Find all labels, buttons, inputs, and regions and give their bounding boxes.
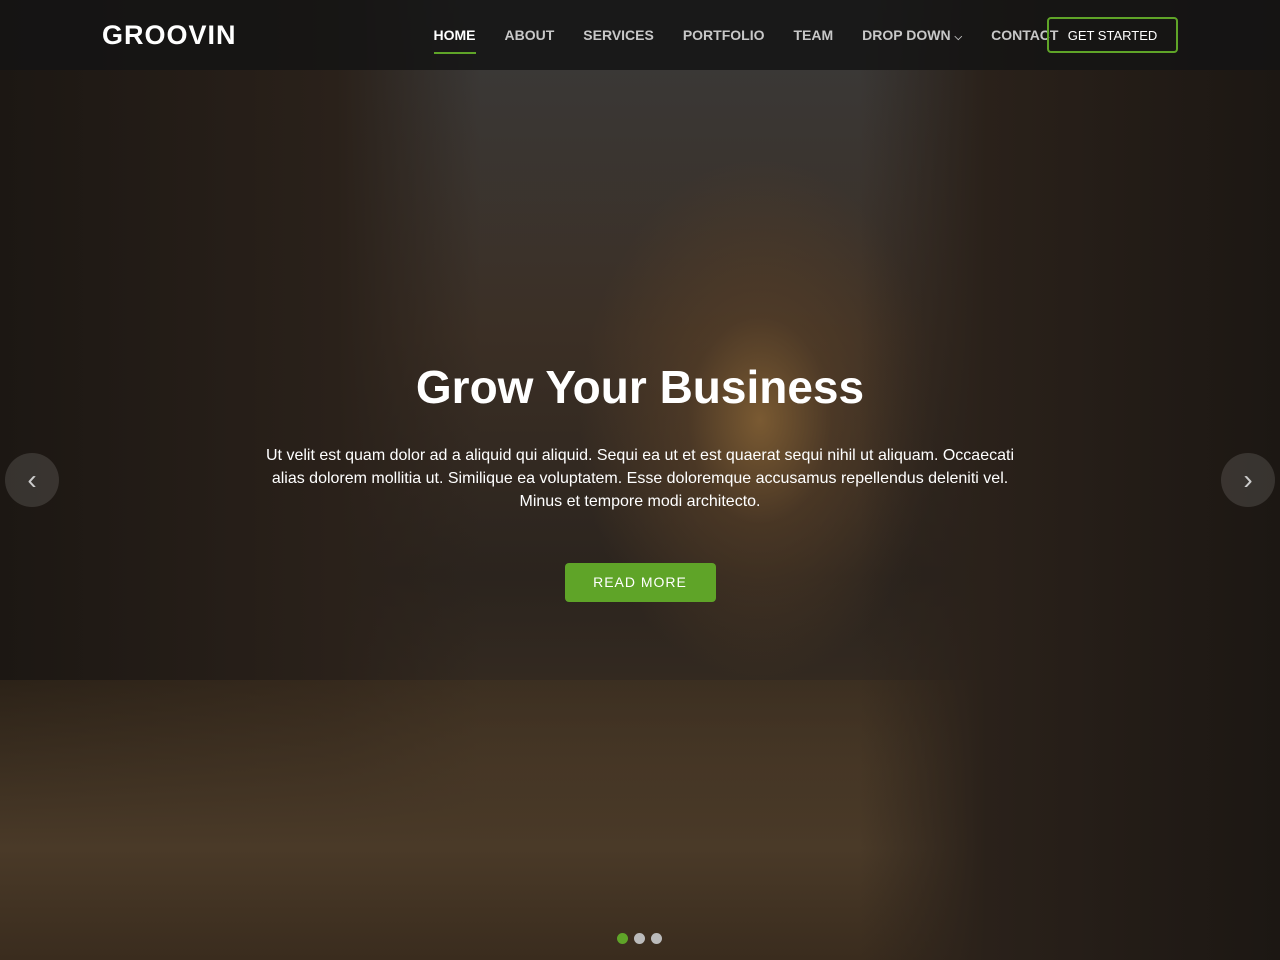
carousel-dot-3[interactable] [651,933,662,944]
carousel-indicators [617,933,662,944]
main-nav: HOME ABOUT SERVICES PORTFOLIO TEAM DROP … [419,0,1073,70]
nav-portfolio[interactable]: PORTFOLIO [683,21,765,49]
carousel-dot-2[interactable] [634,933,645,944]
logo[interactable]: GROOVIN [102,20,237,51]
nav-services[interactable]: SERVICES [583,21,654,49]
chevron-right-icon: › [1243,464,1253,495]
hero-content: Grow Your Business Ut velit est quam dol… [0,360,1280,602]
hero-text: Ut velit est quam dolor ad a aliquid qui… [266,447,1014,510]
prev-slide-button[interactable]: ‹ [5,453,59,507]
chevron-down-icon: ⌵ [954,32,963,43]
nav-team[interactable]: TEAM [794,21,834,49]
site-header: GROOVIN HOME ABOUT SERVICES PORTFOLIO TE… [0,0,1280,70]
nav-drop-down[interactable]: DROP DOWN ⌵ [862,21,962,49]
hero-title: Grow Your Business [415,361,865,413]
get-started-button[interactable]: GET STARTED [1047,17,1178,53]
nav-home[interactable]: HOME [433,21,476,54]
nav-about[interactable]: ABOUT [505,21,555,49]
read-more-button[interactable]: READ MORE [564,563,716,602]
carousel-dot-1[interactable] [617,933,628,944]
chevron-left-icon: ‹ [27,464,37,495]
nav-drop-down-label: DROP DOWN [862,27,951,43]
next-slide-button[interactable]: › [1221,453,1275,507]
